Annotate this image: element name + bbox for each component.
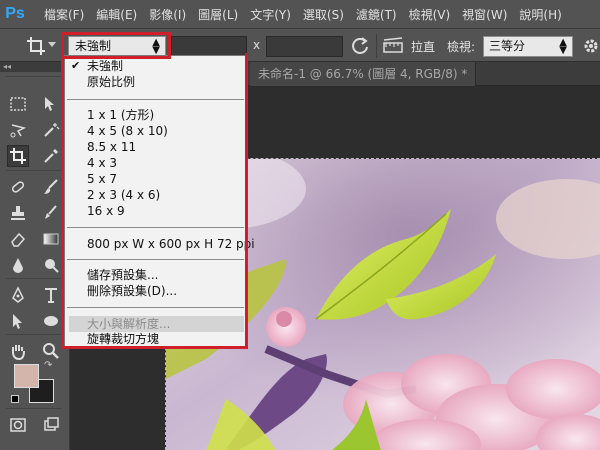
- photoshop-window: Ps 檔案(F) 編輯(E) 影像(I) 圖層(L) 文字(Y) 選取(S) 濾…: [0, 0, 600, 450]
- default-colors-icon[interactable]: [11, 395, 19, 403]
- pen-icon[interactable]: [7, 284, 29, 306]
- magic-wand-icon[interactable]: [40, 119, 62, 141]
- path-selection-icon[interactable]: [7, 310, 29, 332]
- document-tab[interactable]: 未命名-1 @ 66.7% (圖層 4, RGB/8) *: [250, 62, 477, 86]
- overlay-view-value: 三等分: [489, 39, 526, 53]
- brush-icon[interactable]: [40, 176, 62, 198]
- swap-icon[interactable]: [350, 36, 370, 56]
- menu-file[interactable]: 檔案(F): [44, 6, 84, 23]
- panel-grip: [6, 76, 62, 77]
- eraser-icon[interactable]: [7, 228, 29, 250]
- crop-height-input[interactable]: [266, 36, 343, 57]
- gradient-icon[interactable]: [40, 228, 62, 250]
- swap-colors-icon[interactable]: ↷: [44, 360, 52, 371]
- lasso-icon[interactable]: [7, 119, 29, 141]
- highlight-frame-dropdown: [61, 53, 248, 349]
- app-logo: Ps: [5, 5, 25, 22]
- menu-image[interactable]: 影像(I): [149, 6, 186, 23]
- quick-mask-icon[interactable]: [7, 414, 29, 436]
- ellipse-shape-icon[interactable]: [40, 310, 62, 332]
- hand-icon[interactable]: [7, 340, 29, 362]
- menu-view[interactable]: 檢視(V): [409, 6, 451, 23]
- eyedropper-icon[interactable]: [40, 145, 62, 167]
- screen-mode-icon[interactable]: [40, 414, 62, 436]
- blur-icon[interactable]: [7, 254, 29, 276]
- clone-stamp-icon[interactable]: [7, 202, 29, 224]
- straighten-icon[interactable]: [382, 37, 404, 55]
- tool-divider: [6, 170, 62, 171]
- select-arrows-icon: ▲ ▼: [559, 37, 567, 56]
- marquee-icon[interactable]: [7, 93, 29, 115]
- dimension-separator: x: [253, 38, 261, 52]
- history-brush-icon[interactable]: [40, 202, 62, 224]
- menu-help[interactable]: 說明(H): [519, 6, 561, 23]
- tool-divider: [6, 278, 62, 279]
- tools-panel: ◂◂ ↷: [0, 62, 70, 450]
- dodge-icon[interactable]: [40, 254, 62, 276]
- view-label: 檢視:: [447, 40, 476, 54]
- healing-brush-icon[interactable]: [7, 176, 29, 198]
- menu-bar: Ps 檔案(F) 編輯(E) 影像(I) 圖層(L) 文字(Y) 選取(S) 濾…: [0, 0, 600, 29]
- menu-edit[interactable]: 編輯(E): [96, 6, 137, 23]
- straighten-label[interactable]: 拉直: [411, 38, 435, 55]
- zoom-icon[interactable]: [40, 340, 62, 362]
- tool-divider: [6, 408, 62, 409]
- foreground-color-swatch[interactable]: [14, 364, 39, 388]
- move-icon[interactable]: [40, 93, 62, 115]
- menu-window[interactable]: 視窗(W): [462, 6, 507, 23]
- menu-layer[interactable]: 圖層(L): [198, 6, 238, 23]
- tool-divider: [6, 334, 62, 335]
- menu-select[interactable]: 選取(S): [303, 6, 344, 23]
- options-divider: [376, 34, 377, 58]
- panel-collapse-icon[interactable]: ◂◂: [0, 62, 70, 72]
- menu-type[interactable]: 文字(Y): [250, 6, 291, 23]
- gear-icon[interactable]: [582, 37, 600, 55]
- crop-tool-icon[interactable]: [7, 145, 29, 167]
- tool-preset-caret-icon[interactable]: [48, 42, 56, 47]
- type-icon[interactable]: [40, 284, 62, 306]
- crop-icon[interactable]: [26, 36, 46, 56]
- menu-filter[interactable]: 濾鏡(T): [356, 6, 397, 23]
- overlay-view-select[interactable]: 三等分 ▲ ▼: [483, 36, 573, 57]
